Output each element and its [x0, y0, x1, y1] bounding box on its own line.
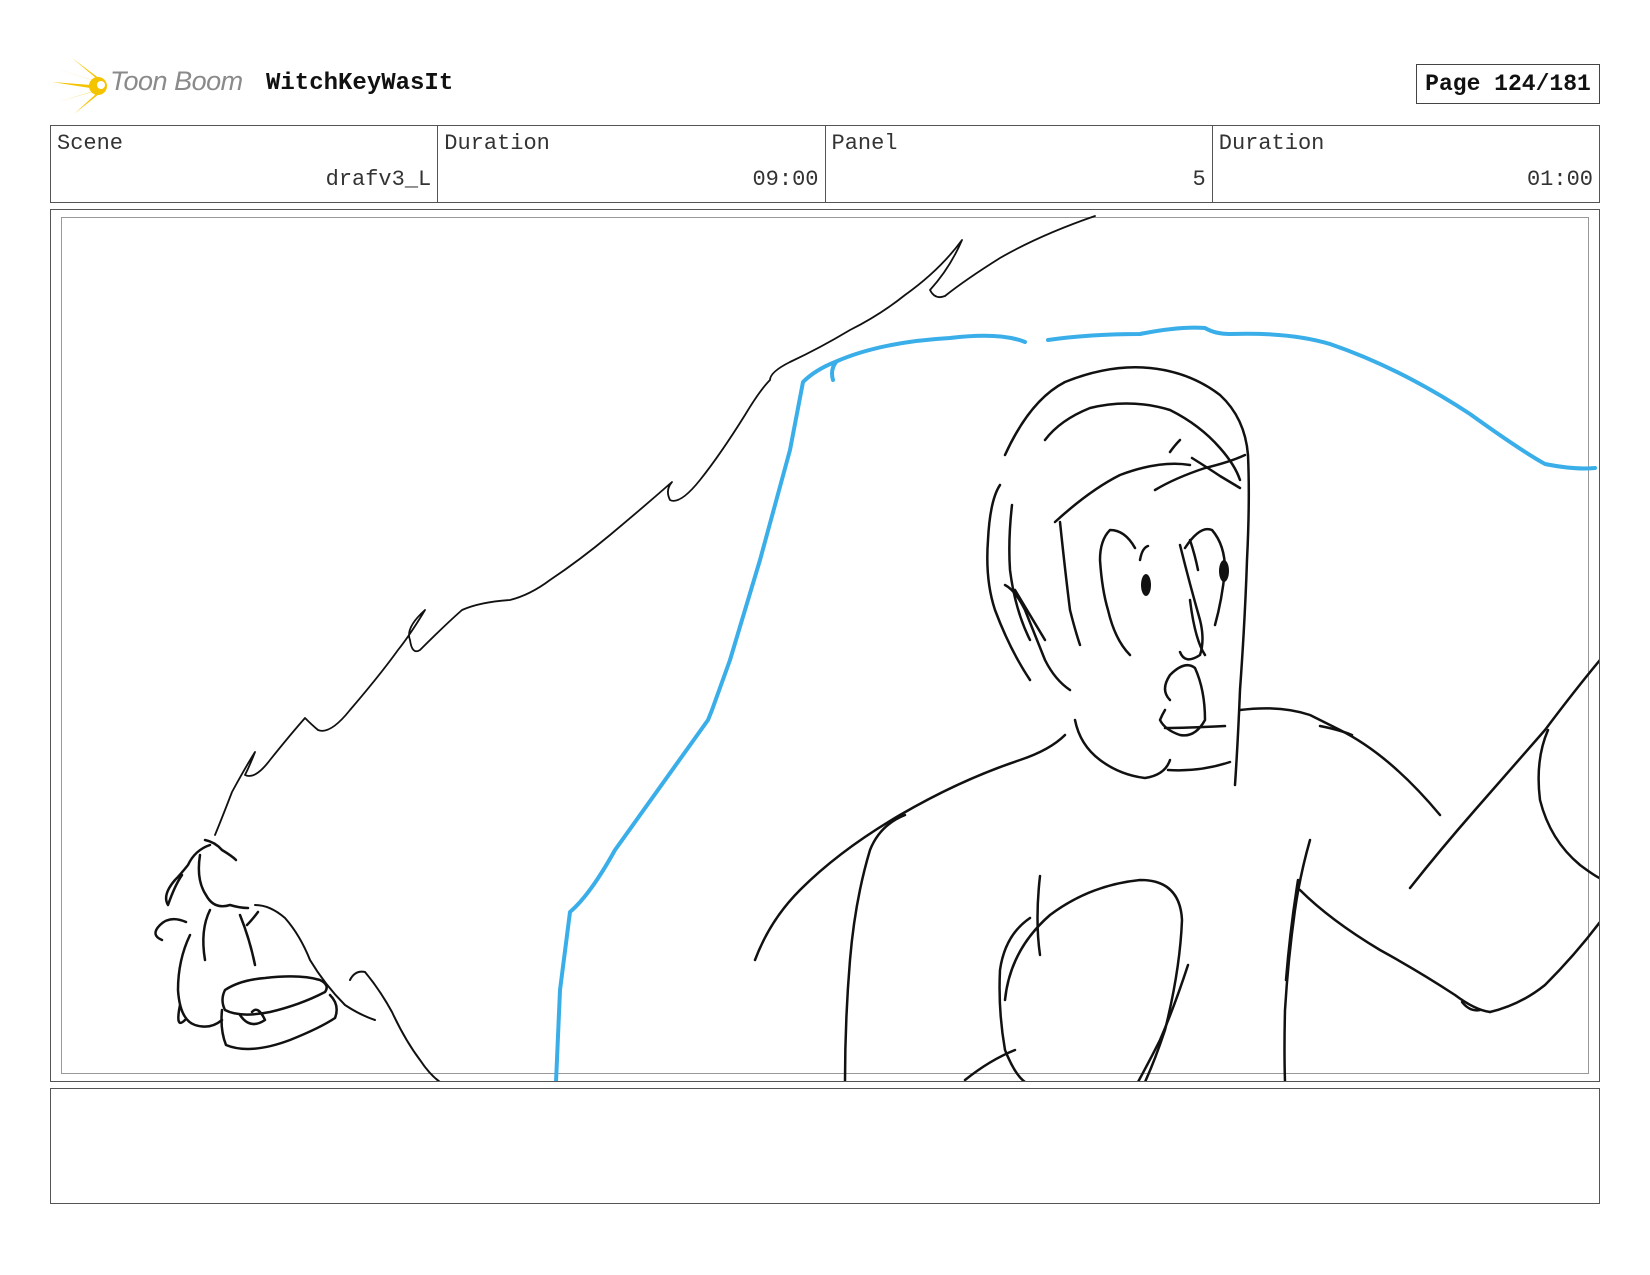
hand-sketch — [254, 904, 441, 1081]
cave-outline — [554, 325, 1597, 1081]
small-creature — [154, 838, 338, 1051]
character-body — [753, 659, 1599, 1081]
rock-line — [214, 215, 1096, 836]
panel-notes-box — [50, 1088, 1600, 1204]
storyboard-sketch — [154, 215, 1599, 1081]
character-head — [986, 366, 1251, 787]
